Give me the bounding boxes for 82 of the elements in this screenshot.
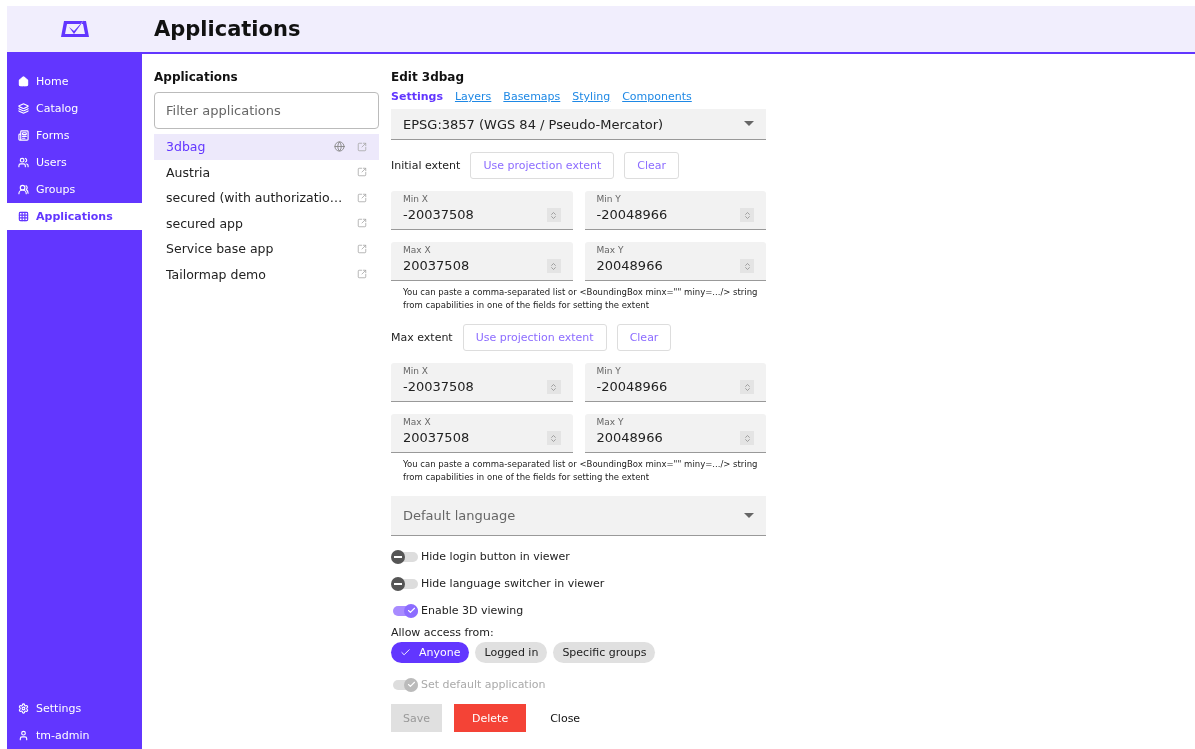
nav-item[interactable]: Catalog [7, 95, 142, 122]
action-button[interactable]: Close [538, 704, 593, 732]
tab[interactable]: Styling [572, 90, 611, 103]
spinner-icon[interactable] [546, 380, 561, 394]
extent-button[interactable]: Clear [624, 152, 680, 179]
action-button[interactable]: Delete [454, 704, 527, 732]
number-field[interactable]: Min X -20037508 [391, 191, 573, 230]
nav-item[interactable]: Applications [7, 203, 142, 230]
number-field[interactable]: Min Y -20048966 [584, 363, 766, 402]
toggle-label: Hide login button in viewer [421, 550, 570, 563]
toggle-label: Set default application [421, 678, 546, 691]
access-chip[interactable]: Specific groups [553, 642, 656, 663]
extent-label: Initial extent [391, 159, 461, 172]
extent-label: Max extent [391, 331, 453, 344]
app-list-item[interactable]: secured app [154, 210, 379, 236]
external-link-icon[interactable] [357, 192, 367, 203]
toggle-label: Enable 3D viewing [421, 604, 524, 617]
spinner-icon[interactable] [740, 380, 754, 394]
group-icon [18, 184, 29, 195]
number-field[interactable]: Max Y 20048966 [584, 242, 766, 281]
list-title: Applications [154, 70, 239, 84]
tab[interactable]: Basemaps [503, 90, 561, 103]
external-link-icon[interactable] [357, 218, 367, 229]
layers-icon [18, 103, 29, 114]
tab[interactable]: Layers [454, 90, 492, 103]
filter-field[interactable]: Filter applications [154, 92, 379, 129]
external-link-icon[interactable] [357, 269, 367, 280]
projection-select[interactable]: EPSG:3857 (WGS 84 / Pseudo-Mercator) [391, 109, 766, 140]
tab[interactable]: Settings [391, 90, 443, 103]
toggle-label: Hide language switcher in viewer [421, 577, 605, 590]
access-label: Allow access from: [391, 626, 495, 639]
nav-item[interactable]: Forms [7, 122, 142, 149]
app-list-item[interactable]: Austria [154, 159, 379, 185]
access-chip[interactable]: Anyone [391, 642, 470, 663]
spinner-icon[interactable] [546, 259, 561, 273]
users-icon [18, 157, 29, 168]
toggle-switch[interactable] [391, 576, 418, 591]
access-chip[interactable]: Logged in [475, 642, 548, 663]
language-select[interactable]: Default language [391, 496, 766, 536]
number-field[interactable]: Max X 20037508 [391, 242, 573, 281]
editor-title: Edit 3dbag [391, 70, 466, 84]
extent-button[interactable]: Use projection extent [462, 324, 607, 351]
number-field[interactable]: Max Y 20048966 [584, 414, 766, 453]
extent-hint: You can paste a comma-separated list or <BoundingBox minx="" miny=.../> string from capabilities in one of the fields for setting the extent [403, 458, 759, 484]
external-link-icon[interactable] [357, 141, 367, 152]
check-icon [406, 606, 416, 615]
dropdown-icon [744, 121, 754, 127]
app-list-item[interactable]: Tailormap demo [154, 261, 379, 287]
external-link-icon[interactable] [357, 167, 367, 178]
spinner-icon[interactable] [740, 208, 754, 222]
extent-hint: You can paste a comma-separated list or <BoundingBox minx="" miny=.../> string from capabilities in one of the fields for setting the extent [403, 286, 759, 312]
dropdown-icon [744, 512, 754, 519]
spinner-icon[interactable] [740, 431, 754, 445]
check-icon [406, 680, 416, 689]
external-link-icon[interactable] [357, 243, 367, 254]
toggle-switch[interactable] [391, 549, 418, 564]
user-icon [18, 730, 29, 741]
settings-icon [18, 703, 29, 714]
tab[interactable]: Components [622, 90, 692, 103]
app-list-item[interactable]: 3dbag [154, 134, 379, 160]
form-icon [18, 130, 29, 141]
nav-item[interactable]: Groups [7, 176, 142, 203]
spinner-icon[interactable] [546, 431, 561, 445]
number-field[interactable]: Min X -20037508 [391, 363, 573, 402]
number-field[interactable]: Min Y -20048966 [584, 191, 766, 230]
page-title: Applications [154, 17, 301, 41]
toggle-switch[interactable] [391, 603, 418, 618]
logo-icon [59, 19, 90, 39]
spinner-icon[interactable] [546, 208, 561, 222]
nav-item[interactable]: Home [7, 68, 142, 95]
number-field[interactable]: Max X 20037508 [391, 414, 573, 453]
spinner-icon[interactable] [740, 259, 754, 273]
home-icon [18, 76, 29, 87]
nav-item[interactable]: tm-admin [7, 722, 142, 749]
app-list-item[interactable]: Service base app [154, 236, 379, 262]
nav-item[interactable]: Users [7, 149, 142, 176]
check-icon [400, 647, 411, 658]
grid-icon [18, 211, 29, 222]
app-list-item[interactable]: secured (with authorizatio… [154, 185, 379, 211]
nav-item[interactable]: Settings [7, 695, 142, 722]
extent-button[interactable]: Use projection extent [470, 152, 615, 179]
extent-button[interactable]: Clear [616, 324, 672, 351]
